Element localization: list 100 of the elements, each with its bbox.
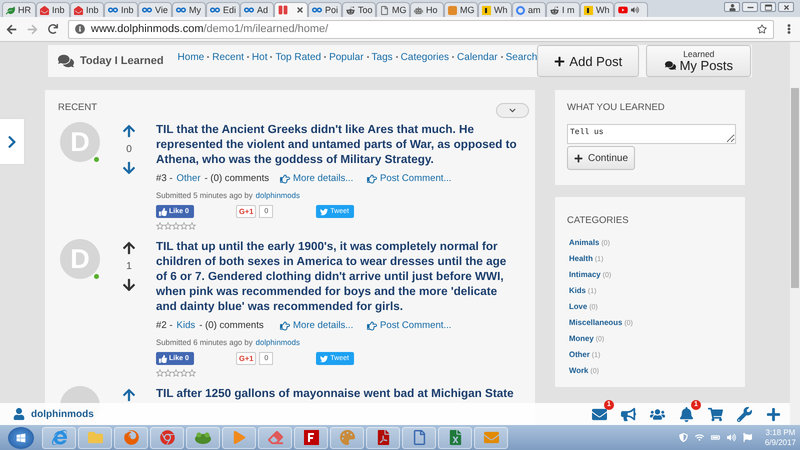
users-icon[interactable] (649, 406, 666, 422)
add-post-button[interactable]: Add Post (537, 45, 640, 77)
megaphone-icon[interactable] (620, 406, 637, 422)
taskbar-app[interactable] (186, 426, 220, 448)
downvote-arrow-icon[interactable] (122, 161, 136, 175)
post-title: TIL that the Ancient Greeks didn't like Ares that much. He represented the violent and untamed parts of War, as opposed to Athena, who was the goddess of Military Strategy. (156, 122, 518, 167)
network-icon[interactable] (694, 433, 704, 442)
plus-icon[interactable] (765, 406, 782, 422)
reload-icon[interactable] (48, 24, 58, 34)
browser-tab[interactable]: Wh (478, 2, 512, 17)
minimize-button[interactable] (742, 2, 758, 12)
star-icon[interactable] (156, 369, 164, 377)
taskbar-app[interactable] (258, 426, 292, 448)
star-icon[interactable] (180, 369, 188, 377)
browser-tab[interactable] (614, 2, 648, 17)
category-link[interactable]: Other (176, 173, 201, 184)
browser-tab[interactable]: HR (2, 2, 36, 17)
browser-tab[interactable]: Inb (70, 2, 104, 17)
browser-tab[interactable]: MG (376, 2, 410, 17)
nav-link[interactable]: Recent (212, 52, 244, 62)
browser-tab[interactable]: Ho (410, 2, 444, 17)
close-icon[interactable] (296, 6, 304, 14)
username-link[interactable]: dolphinmods (31, 408, 94, 420)
plus-icon (574, 154, 583, 162)
comment-count: - (0) comments (204, 173, 270, 184)
star-icon[interactable] (172, 369, 180, 377)
star-icon[interactable] (164, 222, 172, 230)
star-icon[interactable] (757, 24, 767, 34)
browser-tab[interactable]: MG (444, 2, 478, 17)
scrollbar[interactable] (790, 42, 800, 425)
nav-link[interactable]: Home (178, 52, 204, 62)
shield-icon[interactable] (678, 433, 688, 442)
learned-input[interactable]: Tell us (567, 124, 736, 144)
browser-tab[interactable]: My (172, 2, 206, 17)
side-panel-tab[interactable] (0, 118, 25, 165)
taskbar-app[interactable] (42, 426, 76, 448)
nav-link[interactable]: Search (506, 52, 538, 62)
upvote-arrow-icon[interactable] (122, 241, 136, 255)
browser-tab[interactable]: Wh (580, 2, 614, 17)
maximize-button[interactable] (760, 2, 776, 12)
play-logo-icon (618, 5, 628, 15)
speaker-icon[interactable] (726, 433, 736, 442)
taskbar-app[interactable] (438, 426, 472, 448)
browser-tab[interactable]: Inb (36, 2, 70, 17)
taskbar-app[interactable] (294, 426, 328, 448)
nav-link[interactable]: Popular (329, 52, 364, 62)
bell-icon[interactable] (678, 406, 695, 422)
post-title: TIL after 1250 gallons of mayonnaise went bad at Michigan State (156, 386, 514, 401)
nav-link[interactable]: Top Rated (275, 52, 322, 62)
pointing-hand-icon (280, 320, 290, 330)
browser-tab[interactable]: I m (546, 2, 580, 17)
close-button[interactable] (778, 2, 794, 12)
downvote-arrow-icon[interactable] (122, 278, 136, 292)
comment-count: - (0) comments (199, 320, 264, 331)
browser-tab[interactable]: Too (342, 2, 376, 17)
more-details-link[interactable]: More details... (280, 320, 367, 331)
browser-tab[interactable]: Inb (104, 2, 138, 17)
star-icon[interactable] (172, 222, 180, 230)
my-posts-button[interactable]: Learned My Posts (646, 45, 752, 77)
wrench-icon[interactable] (736, 406, 753, 422)
category-link[interactable]: Kids (176, 320, 196, 331)
nav-link[interactable]: Tags (372, 52, 393, 62)
nav-link[interactable]: Calendar (457, 52, 498, 62)
envelope-icon[interactable] (591, 406, 608, 422)
site-title: Today I Learned (80, 55, 164, 67)
nav-link[interactable]: Categories (400, 52, 450, 62)
star-icon[interactable] (188, 222, 196, 230)
cart-icon[interactable] (707, 406, 724, 422)
browser-tab[interactable]: am (512, 2, 546, 17)
continue-button[interactable]: Continue (567, 146, 636, 170)
post-comment-link[interactable]: Post Comment... (367, 173, 454, 184)
browser-tab[interactable] (274, 2, 308, 17)
flag-icon[interactable] (742, 433, 752, 442)
back-icon[interactable] (6, 24, 17, 34)
upvote-arrow-icon[interactable] (122, 388, 136, 402)
user-icon (728, 4, 736, 10)
upvote-arrow-icon[interactable] (122, 124, 136, 138)
taskbar-app[interactable] (150, 426, 184, 448)
post-comment-link[interactable]: Post Comment... (367, 320, 454, 331)
battery-icon[interactable] (710, 433, 720, 442)
taskbar-app[interactable] (366, 426, 400, 448)
alien-icon (550, 6, 559, 14)
star-icon[interactable] (188, 369, 196, 377)
browser-tab[interactable]: Vie (138, 2, 172, 17)
nav-link[interactable]: Hot (252, 52, 268, 62)
profile-button[interactable] (724, 2, 740, 12)
browser-tab[interactable]: Edi (206, 2, 240, 17)
taskbar-app[interactable] (114, 426, 148, 448)
chevron-down-icon (509, 107, 516, 114)
browser-tab[interactable]: Poi (308, 2, 342, 17)
more-details-link[interactable]: More details... (280, 173, 367, 184)
star-icon[interactable] (156, 222, 164, 230)
url-host: www.dolphinmods.com (91, 23, 204, 35)
browser-tab[interactable]: Ad (240, 2, 274, 17)
taskbar-app[interactable] (402, 426, 436, 448)
star-icon[interactable] (180, 222, 188, 230)
address-field[interactable]: www.dolphinmods.com/demo1/m/ilearned/home/ (68, 20, 774, 38)
start-button[interactable] (8, 426, 34, 448)
pdf-file-icon (376, 430, 390, 445)
star-icon[interactable] (164, 369, 172, 377)
